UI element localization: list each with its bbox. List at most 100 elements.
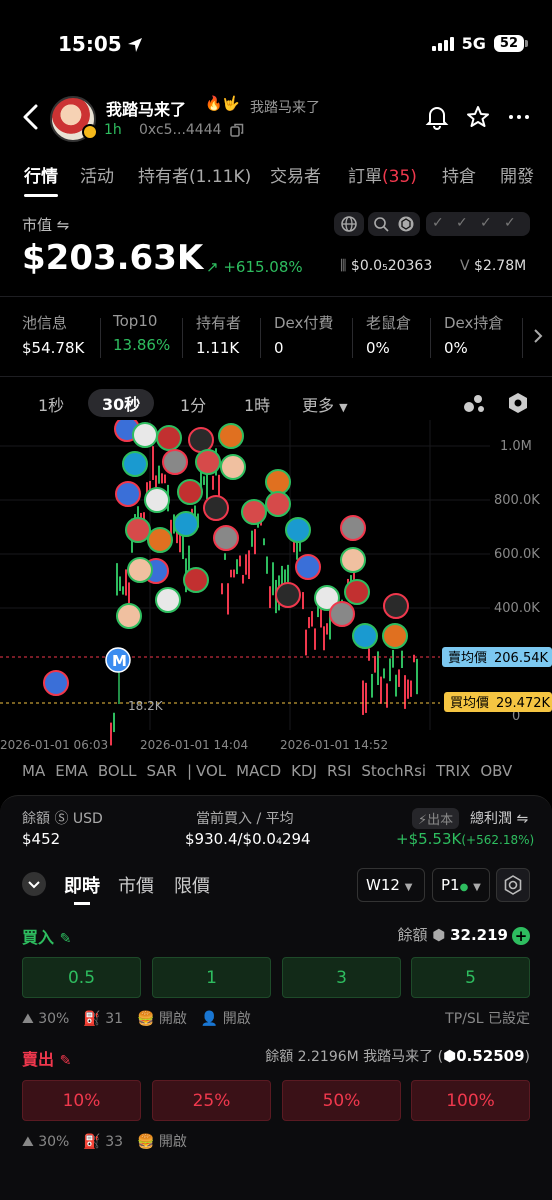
trader-avatar[interactable] <box>115 481 141 507</box>
gas-option[interactable]: ⛽ 31 <box>83 1011 123 1027</box>
settings-hex-icon[interactable] <box>506 391 530 415</box>
trader-avatar[interactable] <box>144 487 170 513</box>
edit-icon[interactable]: ✎ <box>60 931 72 947</box>
slippage-option[interactable]: ⛰ 30% <box>22 1011 69 1027</box>
indicator-rsi[interactable]: RSI <box>327 762 351 780</box>
trader-avatar[interactable] <box>329 601 355 627</box>
preset-select[interactable]: P1● ▼ <box>432 868 490 902</box>
mev-option[interactable]: 🍔 開啟 <box>137 1011 187 1027</box>
trader-avatar[interactable] <box>188 427 214 453</box>
indicator-kdj[interactable]: KDJ <box>291 762 317 780</box>
trader-avatar[interactable] <box>220 454 246 480</box>
mode-instant[interactable]: 即時 <box>64 872 100 898</box>
interval-1s[interactable]: 1秒 <box>38 392 64 416</box>
break-even-tag[interactable]: ⚡出本 <box>412 808 460 829</box>
back-icon[interactable] <box>18 102 46 132</box>
indicator-ma[interactable]: MA <box>22 762 45 780</box>
interval-30s[interactable]: 30秒 <box>88 389 155 417</box>
indicator-ema[interactable]: EMA <box>55 762 88 780</box>
trader-avatar[interactable] <box>147 527 173 553</box>
anti-mev-option[interactable]: 👤 開啟 <box>201 1011 251 1027</box>
trader-avatar[interactable] <box>344 579 370 605</box>
indicator-sar[interactable]: SAR <box>146 762 176 780</box>
trader-avatar[interactable] <box>218 423 244 449</box>
trader-avatar[interactable] <box>155 587 181 613</box>
sell-percent-button[interactable]: 25% <box>152 1080 271 1121</box>
stat-top10[interactable]: Top10 13.86% <box>113 312 170 354</box>
buy-amount-button[interactable]: 0.5 <box>22 957 141 998</box>
trader-avatar[interactable] <box>382 623 408 649</box>
mode-market[interactable]: 市價 <box>118 872 154 898</box>
buy-amount-button[interactable]: 3 <box>282 957 401 998</box>
stat-dex-paid[interactable]: Dex付費 0 <box>274 312 333 357</box>
tab-orders[interactable]: 訂單(35) <box>348 162 417 187</box>
wallet-select[interactable]: W12 ▼ <box>357 868 425 902</box>
trader-avatar[interactable] <box>213 525 239 551</box>
trader-avatar[interactable] <box>43 670 69 696</box>
trader-avatar[interactable] <box>116 603 142 629</box>
cube-icon[interactable] <box>396 215 416 233</box>
trader-avatar[interactable] <box>156 425 182 451</box>
interval-1m[interactable]: 1分 <box>180 392 206 416</box>
tab-market[interactable]: 行情 <box>24 162 58 187</box>
interval-1h[interactable]: 1時 <box>244 392 270 416</box>
more-icon[interactable] <box>506 104 532 130</box>
star-icon[interactable] <box>465 104 491 130</box>
indicator-boll[interactable]: BOLL <box>98 762 137 780</box>
sell-percent-button[interactable]: 100% <box>411 1080 530 1121</box>
chevron-right-icon[interactable] <box>532 328 544 344</box>
trader-avatar[interactable] <box>352 623 378 649</box>
stat-dev-holding[interactable]: Dex持倉 0% <box>444 312 503 357</box>
copy-icon[interactable] <box>230 123 244 137</box>
indicator-vol[interactable]: VOL <box>196 762 226 780</box>
trader-avatar[interactable] <box>340 547 366 573</box>
trader-avatar[interactable] <box>125 517 151 543</box>
interval-more[interactable]: 更多 ▼ <box>302 392 348 416</box>
trader-avatar[interactable] <box>265 469 291 495</box>
trader-avatar[interactable] <box>183 567 209 593</box>
trader-avatar[interactable] <box>340 515 366 541</box>
tp-sl-status[interactable]: TP/SL 已設定 <box>445 1008 530 1028</box>
trader-avatar[interactable] <box>241 499 267 525</box>
collapse-button[interactable] <box>22 872 46 896</box>
mev-option[interactable]: 🍔 開啟 <box>137 1134 187 1150</box>
tab-traders[interactable]: 交易者 <box>270 162 321 187</box>
price-chart[interactable]: 1.0M 800.0K 600.0K 400.0K 0 2026-01-01 0… <box>0 420 552 750</box>
trader-avatar[interactable] <box>275 582 301 608</box>
tab-holders[interactable]: 持有者(1.11K) <box>138 162 251 187</box>
trader-avatar[interactable] <box>162 449 188 475</box>
edit-icon[interactable]: ✎ <box>60 1053 72 1069</box>
trade-settings-button[interactable] <box>496 868 530 902</box>
tab-dev[interactable]: 開發 <box>500 162 534 187</box>
total-profit-label[interactable]: 總利潤 ⇋ <box>470 808 528 828</box>
indicator-obv[interactable]: OBV <box>480 762 512 780</box>
trader-avatar[interactable] <box>173 511 199 537</box>
tab-positions[interactable]: 持倉 <box>442 162 476 187</box>
market-cap-label[interactable]: 市值 ⇋ <box>22 214 69 235</box>
trader-avatar[interactable] <box>295 554 321 580</box>
trader-avatar[interactable] <box>383 593 409 619</box>
trader-avatar[interactable] <box>285 517 311 543</box>
gas-option[interactable]: ⛽ 33 <box>83 1134 123 1150</box>
trader-avatar[interactable] <box>265 491 291 517</box>
token-address[interactable]: 0xc5...4444 <box>139 122 222 138</box>
trader-avatar[interactable] <box>203 495 229 521</box>
sell-percent-button[interactable]: 50% <box>282 1080 401 1121</box>
indicator-trix[interactable]: TRIX <box>436 762 470 780</box>
stat-pool[interactable]: 池信息 $54.78K <box>22 312 84 357</box>
buy-amount-button[interactable]: 1 <box>152 957 271 998</box>
indicator-stochrsi[interactable]: StochRsi <box>361 762 426 780</box>
migration-marker[interactable]: M <box>105 647 131 704</box>
indicator-dots-icon[interactable] <box>462 392 486 414</box>
indicator-macd[interactable]: MACD <box>236 762 281 780</box>
tab-activity[interactable]: 活动 <box>80 162 114 187</box>
trader-avatar[interactable] <box>122 451 148 477</box>
slippage-option[interactable]: ⛰ 30% <box>22 1134 69 1150</box>
buy-amount-button[interactable]: 5 <box>411 957 530 998</box>
mode-limit[interactable]: 限價 <box>174 872 210 898</box>
balance-label[interactable]: 餘額 Ⓢ USD <box>22 808 103 828</box>
trader-avatar[interactable] <box>177 479 203 505</box>
trader-avatar[interactable] <box>127 557 153 583</box>
add-funds-icon[interactable]: + <box>512 926 530 945</box>
sell-percent-button[interactable]: 10% <box>22 1080 141 1121</box>
